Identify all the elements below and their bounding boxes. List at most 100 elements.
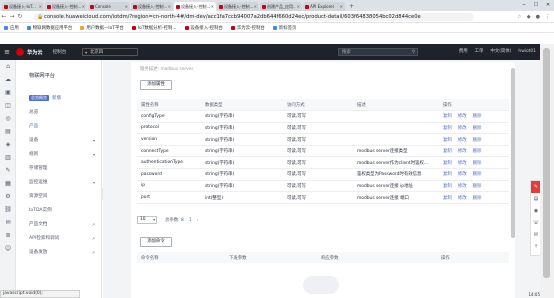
bookmark-item[interactable]: 物联网数据应用平台 bbox=[26, 25, 72, 31]
cloud-icon[interactable]: ☁ bbox=[0, 73, 16, 86]
region-selector[interactable]: ⌖ 北京四 bbox=[82, 48, 138, 56]
tools-icon[interactable]: ✎ bbox=[0, 164, 16, 177]
tab-close-icon[interactable]: ✕ bbox=[81, 4, 85, 9]
huawei-logo[interactable] bbox=[16, 48, 24, 56]
row-action-link[interactable]: 修改 bbox=[458, 172, 467, 177]
reload-icon[interactable]: ↻ bbox=[16, 13, 24, 20]
row-action-link[interactable]: 删除 bbox=[473, 126, 482, 131]
row-action-link[interactable]: 复制 bbox=[443, 126, 452, 131]
card-scrollbar[interactable] bbox=[511, 68, 515, 238]
layers-icon[interactable]: ≣ bbox=[0, 229, 16, 242]
tab-close-icon[interactable]: ✕ bbox=[339, 4, 343, 9]
hamburger-menu-icon[interactable]: ≡ bbox=[0, 48, 14, 56]
bookmark-item[interactable]: 应用 bbox=[4, 25, 19, 31]
sidebar-item[interactable]: 规则 ▾ bbox=[16, 148, 101, 162]
home-icon[interactable]: ⌂ bbox=[0, 60, 16, 73]
sidebar-item[interactable]: 存储管理 bbox=[16, 162, 101, 176]
row-action-link[interactable]: 复制 bbox=[443, 184, 452, 189]
storage-icon[interactable]: ▤ bbox=[0, 125, 16, 138]
chart-icon[interactable]: ▥ bbox=[0, 151, 16, 164]
row-action-link[interactable]: 修改 bbox=[458, 196, 467, 201]
row-action-link[interactable]: 复制 bbox=[443, 114, 452, 119]
row-action-link[interactable]: 删除 bbox=[473, 161, 482, 166]
bookmark-item[interactable]: 设备接入-控制台 bbox=[184, 25, 223, 31]
database-icon[interactable]: ◫ bbox=[0, 99, 16, 112]
global-search-input[interactable]: 搜索 ⚲ bbox=[338, 48, 418, 56]
bookmark-item[interactable]: IoT数据分析-控制... bbox=[131, 25, 177, 31]
row-action-link[interactable]: 复制 bbox=[443, 149, 452, 154]
mail-icon[interactable]: ✉ bbox=[0, 216, 16, 229]
row-action-link[interactable]: 复制 bbox=[443, 161, 452, 166]
new-tab-button[interactable]: + bbox=[346, 2, 357, 11]
row-action-link[interactable]: 删除 bbox=[473, 184, 482, 189]
browser-tab[interactable]: 设备接入-控制... ✕ bbox=[174, 2, 216, 11]
current-page[interactable]: 1 bbox=[189, 218, 192, 223]
tab-close-icon[interactable]: ✕ bbox=[253, 4, 257, 9]
row-action-link[interactable]: 修改 bbox=[458, 138, 467, 143]
extensions-icon[interactable]: ◆ bbox=[527, 13, 531, 21]
browser-tab[interactable]: 设备接入-控制... ✕ bbox=[217, 2, 259, 11]
sidebar-item[interactable]: 总览概览 新版 bbox=[16, 92, 101, 106]
sidebar-item[interactable]: 资源空间 bbox=[16, 190, 101, 204]
browser-tab[interactable]: 设备接入-IoT... ✕ bbox=[2, 2, 44, 11]
tab-close-icon[interactable]: ✕ bbox=[38, 4, 42, 9]
sidebar-item[interactable]: API检索和调试 ↗ bbox=[16, 232, 101, 246]
bookmark-item[interactable]: 华为云-控制台 bbox=[230, 25, 265, 31]
security-icon[interactable]: ◈ bbox=[0, 138, 16, 151]
minimize-icon[interactable]: ─ bbox=[518, 0, 530, 11]
console-link[interactable]: 控制台 bbox=[53, 49, 67, 55]
row-action-link[interactable]: 删除 bbox=[473, 138, 482, 143]
user-icon[interactable]: ☺ bbox=[0, 242, 16, 255]
url-field[interactable]: 🔒 console.huaweicloud.com/iotdm/?region=… bbox=[34, 13, 474, 21]
tab-close-icon[interactable]: ✕ bbox=[124, 4, 128, 9]
browser-tab[interactable]: 设备接入-控制... ✕ bbox=[131, 2, 173, 11]
header-item-language[interactable]: 中文(简体) bbox=[490, 48, 511, 56]
tab-close-icon[interactable]: ✕ bbox=[167, 4, 171, 9]
row-action-link[interactable]: 修改 bbox=[458, 114, 467, 119]
profile-icon[interactable]: ● bbox=[536, 13, 540, 21]
row-action-link[interactable]: 删除 bbox=[473, 149, 482, 154]
menu-dots-icon[interactable]: ⋮ bbox=[545, 13, 550, 21]
sidebar-item[interactable]: 产品 bbox=[16, 120, 101, 134]
bookmark-item[interactable]: 用户数据—IoT平台 bbox=[80, 25, 124, 31]
browser-tab[interactable]: 创建产品_应用... ✕ bbox=[260, 2, 302, 11]
row-action-link[interactable]: 复制 bbox=[443, 138, 452, 143]
forward-icon[interactable]: → bbox=[8, 13, 16, 20]
page-scrollbar-thumb[interactable] bbox=[543, 48, 550, 278]
sidebar-item[interactable]: 总览 bbox=[16, 106, 101, 120]
row-action-link[interactable]: 修改 bbox=[458, 184, 467, 189]
row-action-link[interactable]: 复制 bbox=[443, 172, 452, 177]
row-action-link[interactable]: 修改 bbox=[458, 161, 467, 166]
row-action-link[interactable]: 删除 bbox=[473, 114, 482, 119]
link-icon[interactable]: ⛓ bbox=[0, 203, 16, 216]
close-icon[interactable]: ✕ bbox=[542, 0, 554, 11]
grid-icon[interactable]: ▦ bbox=[0, 177, 16, 190]
sidebar-item[interactable]: 监控运维 ▾ bbox=[16, 176, 101, 190]
bookmark-item[interactable]: 新标签页 bbox=[272, 25, 296, 31]
maximize-icon[interactable]: ☐ bbox=[530, 0, 542, 11]
browser-tab[interactable]: Console ✕ bbox=[88, 2, 130, 11]
next-page-icon[interactable]: › bbox=[197, 218, 199, 223]
tab-close-icon[interactable]: ✕ bbox=[296, 4, 300, 9]
row-action-link[interactable]: 修改 bbox=[458, 149, 467, 154]
sidebar-item[interactable]: 设备发放 ↗ bbox=[16, 246, 101, 260]
tab-close-icon[interactable]: ✕ bbox=[210, 4, 214, 9]
header-item-billing[interactable]: 费用 bbox=[459, 48, 468, 56]
row-action-link[interactable]: 复制 bbox=[443, 196, 452, 201]
add-property-button[interactable]: 添加属性 bbox=[140, 80, 172, 90]
row-action-link[interactable]: 删除 bbox=[473, 172, 482, 177]
add-command-button[interactable]: 添加命令 bbox=[140, 237, 172, 247]
browser-tab[interactable]: API Explorer ✕ bbox=[303, 2, 345, 11]
sidebar-item[interactable]: 设备 ▾ bbox=[16, 134, 101, 148]
row-action-link[interactable]: 删除 bbox=[473, 196, 482, 201]
compute-icon[interactable]: ▣ bbox=[0, 86, 16, 99]
search-icon[interactable]: ⚲ bbox=[412, 49, 415, 56]
header-item-user[interactable]: hwiot01 bbox=[518, 48, 536, 56]
page-scrollbar[interactable] bbox=[540, 44, 554, 298]
sidebar-item[interactable]: 产品文档 ↗ bbox=[16, 218, 101, 232]
network-icon[interactable]: ◎ bbox=[0, 112, 16, 125]
page-size-select[interactable]: 10 ▾ bbox=[137, 216, 157, 224]
star-icon[interactable]: ☆ bbox=[517, 13, 521, 21]
brand-name[interactable]: 华为云 bbox=[27, 49, 43, 56]
back-icon[interactable]: ← bbox=[0, 13, 8, 20]
